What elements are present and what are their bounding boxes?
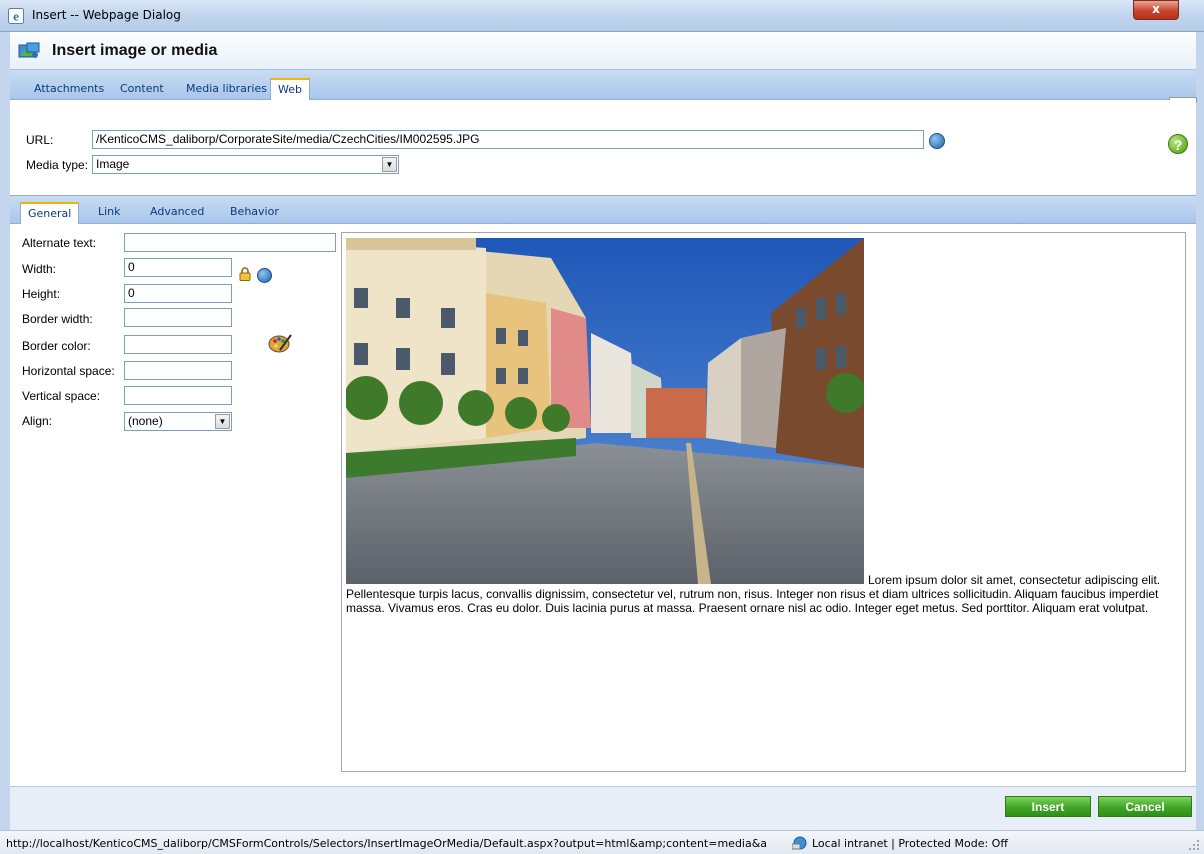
svg-text:e: e [13, 9, 19, 24]
intranet-zone-icon [792, 836, 807, 850]
tab-advanced[interactable]: Advanced [150, 205, 204, 218]
width-label: Width: [22, 262, 57, 276]
cancel-button[interactable]: Cancel [1098, 796, 1192, 817]
width-input[interactable]: 0 [124, 258, 232, 277]
security-zone: Local intranet | Protected Mode: Off [812, 837, 1008, 850]
insert-media-icon [18, 42, 40, 58]
alt-text-label: Alternate text: [22, 236, 97, 250]
source-tabs: Attachments Content Media libraries Web [10, 70, 1196, 102]
height-label: Height: [22, 287, 61, 301]
tab-general[interactable]: General [20, 202, 80, 226]
preview-text: Lorem ipsum dolor sit amet, consectetur … [346, 573, 1161, 615]
media-type-label: Media type: [26, 158, 89, 172]
tab-web[interactable]: Web [270, 78, 310, 102]
dialog-title: Insert image or media [52, 42, 218, 59]
internet-explorer-icon: e [8, 8, 24, 24]
lock-ratio-icon[interactable] [239, 267, 251, 281]
url-panel: URL: /KenticoCMS_daliborp/CorporateSite/… [10, 100, 1196, 195]
vertical-space-label: Vertical space: [22, 389, 101, 403]
url-input[interactable]: /KenticoCMS_daliborp/CorporateSite/media… [92, 130, 924, 149]
properties-tabs: General Link Advanced Behavior [10, 195, 1196, 226]
status-bar: http://localhost/KenticoCMS_daliborp/CMS… [0, 830, 1204, 854]
tab-media-libraries[interactable]: Media libraries [186, 82, 267, 95]
tab-behavior[interactable]: Behavior [230, 205, 279, 218]
chevron-down-icon: ▼ [382, 157, 397, 172]
tab-attachments[interactable]: Attachments [34, 82, 104, 95]
border-width-input[interactable] [124, 308, 232, 327]
alt-text-input[interactable] [124, 233, 336, 252]
chevron-down-icon: ▼ [215, 414, 230, 429]
horizontal-space-label: Horizontal space: [22, 364, 115, 378]
close-window-button[interactable]: x [1133, 0, 1179, 20]
window-frame-left [0, 32, 10, 854]
horizontal-space-input[interactable] [124, 361, 232, 380]
align-label: Align: [22, 414, 53, 428]
vertical-space-input[interactable] [124, 386, 232, 405]
url-label: URL: [26, 133, 54, 147]
browse-url-icon[interactable] [929, 133, 945, 149]
preview-image [346, 238, 864, 584]
dialog-header: Insert image or media [10, 32, 1196, 70]
window-title: Insert -- Webpage Dialog [32, 8, 181, 22]
media-type-select[interactable]: Image ▼ [92, 155, 399, 174]
border-color-input[interactable] [124, 335, 232, 354]
status-url: http://localhost/KenticoCMS_daliborp/CMS… [6, 837, 768, 850]
window-frame-right [1196, 32, 1204, 854]
align-value: (none) [128, 414, 163, 428]
media-type-value: Image [96, 157, 130, 171]
color-picker-icon[interactable] [268, 332, 292, 354]
close-icon: x [1152, 2, 1160, 16]
tab-content[interactable]: Content [120, 82, 164, 95]
border-color-label: Border color: [22, 339, 91, 353]
resize-grip-icon[interactable] [1188, 839, 1200, 851]
align-select[interactable]: (none) ▼ [124, 412, 232, 431]
insert-button[interactable]: Insert [1005, 796, 1091, 817]
help-icon[interactable]: ? [1168, 134, 1188, 154]
refresh-size-icon[interactable] [257, 268, 272, 283]
preview-pane: Lorem ipsum dolor sit amet, consectetur … [341, 232, 1186, 772]
height-input[interactable]: 0 [124, 284, 232, 303]
dialog-footer: Insert Cancel [10, 786, 1196, 830]
tab-link[interactable]: Link [98, 205, 121, 218]
border-width-label: Border width: [22, 312, 93, 326]
window-title-bar: e Insert -- Webpage Dialog x [0, 0, 1204, 32]
